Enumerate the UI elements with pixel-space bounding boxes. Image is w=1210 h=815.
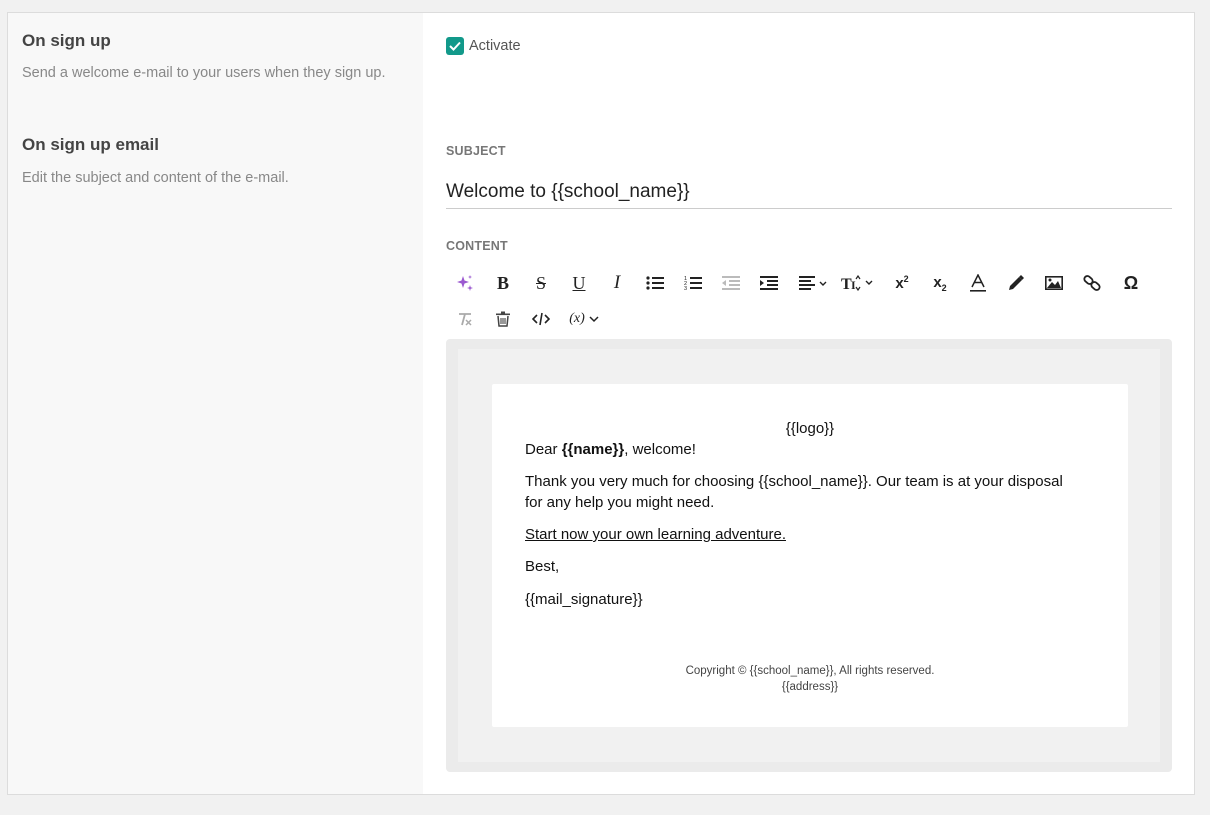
outdent-icon[interactable] — [717, 270, 745, 296]
email-content-editor[interactable]: {{logo}} Dear {{name}}, welcome! Thank y… — [446, 339, 1172, 772]
delete-icon[interactable] — [489, 306, 517, 332]
highlight-pen-icon[interactable] — [1002, 270, 1030, 296]
clear-format-icon[interactable] — [451, 306, 479, 332]
subscript-icon[interactable]: x2 — [926, 270, 954, 296]
variables-dropdown-icon[interactable]: (x) — [565, 306, 603, 332]
underline-icon[interactable]: U — [565, 270, 593, 296]
section-title-on-sign-up: On sign up — [22, 31, 111, 50]
email-card: {{logo}} Dear {{name}}, welcome! Thank y… — [492, 384, 1128, 727]
superscript-icon[interactable]: x2 — [888, 270, 916, 296]
italic-icon[interactable]: I — [603, 270, 631, 296]
ai-sparkle-icon[interactable] — [451, 270, 479, 296]
bullet-list-icon[interactable] — [641, 270, 669, 296]
activate-toggle[interactable]: Activate — [446, 37, 521, 55]
section-title-on-sign-up-email: On sign up email — [22, 135, 159, 154]
indent-icon[interactable] — [755, 270, 783, 296]
activate-checkbox[interactable] — [446, 37, 464, 55]
email-signature-placeholder: {{mail_signature}} — [525, 591, 643, 608]
bold-icon[interactable]: B — [489, 270, 517, 296]
align-dropdown-icon[interactable] — [795, 270, 831, 296]
email-body-line-2: for any help you might need. — [525, 494, 715, 511]
image-icon[interactable] — [1040, 270, 1068, 296]
settings-form-column: Activate SUBJECT CONTENT B S U I 123 TI — [423, 13, 1194, 794]
strikethrough-icon[interactable]: S — [527, 270, 555, 296]
checkmark-icon — [449, 41, 461, 51]
font-color-icon[interactable] — [964, 270, 992, 296]
email-closing: Best, — [525, 558, 560, 575]
numbered-list-icon[interactable]: 123 — [679, 270, 707, 296]
email-greeting-name: {{name}} — [561, 441, 625, 458]
editor-canvas: {{logo}} Dear {{name}}, welcome! Thank y… — [458, 349, 1160, 762]
section-desc-on-sign-up-email: Edit the subject and content of the e-ma… — [22, 170, 289, 186]
email-footer-copyright: Copyright © {{school_name}}, All rights … — [685, 665, 935, 677]
code-view-icon[interactable] — [527, 306, 555, 332]
email-greeting: Dear {{name}}, welcome! — [525, 441, 696, 458]
svg-text:I: I — [851, 278, 856, 291]
content-label: CONTENT — [446, 239, 508, 253]
email-body-line-1: Thank you very much for choosing {{schoo… — [525, 473, 1063, 490]
settings-panel: On sign up Send a welcome e-mail to your… — [7, 12, 1195, 795]
link-icon[interactable] — [1078, 270, 1106, 296]
settings-description-column: On sign up Send a welcome e-mail to your… — [8, 13, 423, 794]
email-footer-address: {{address}} — [781, 681, 839, 693]
special-char-icon[interactable]: Ω — [1117, 270, 1145, 296]
subject-input[interactable] — [446, 175, 1172, 209]
subject-label: SUBJECT — [446, 144, 506, 158]
section-desc-on-sign-up: Send a welcome e-mail to your users when… — [22, 65, 386, 81]
font-size-dropdown-icon[interactable]: TI — [839, 270, 877, 296]
email-cta-link[interactable]: Start now your own learning adventure. — [525, 526, 786, 543]
email-logo-placeholder: {{logo}} — [785, 420, 835, 437]
activate-label: Activate — [469, 38, 521, 54]
svg-text:3: 3 — [684, 286, 687, 291]
